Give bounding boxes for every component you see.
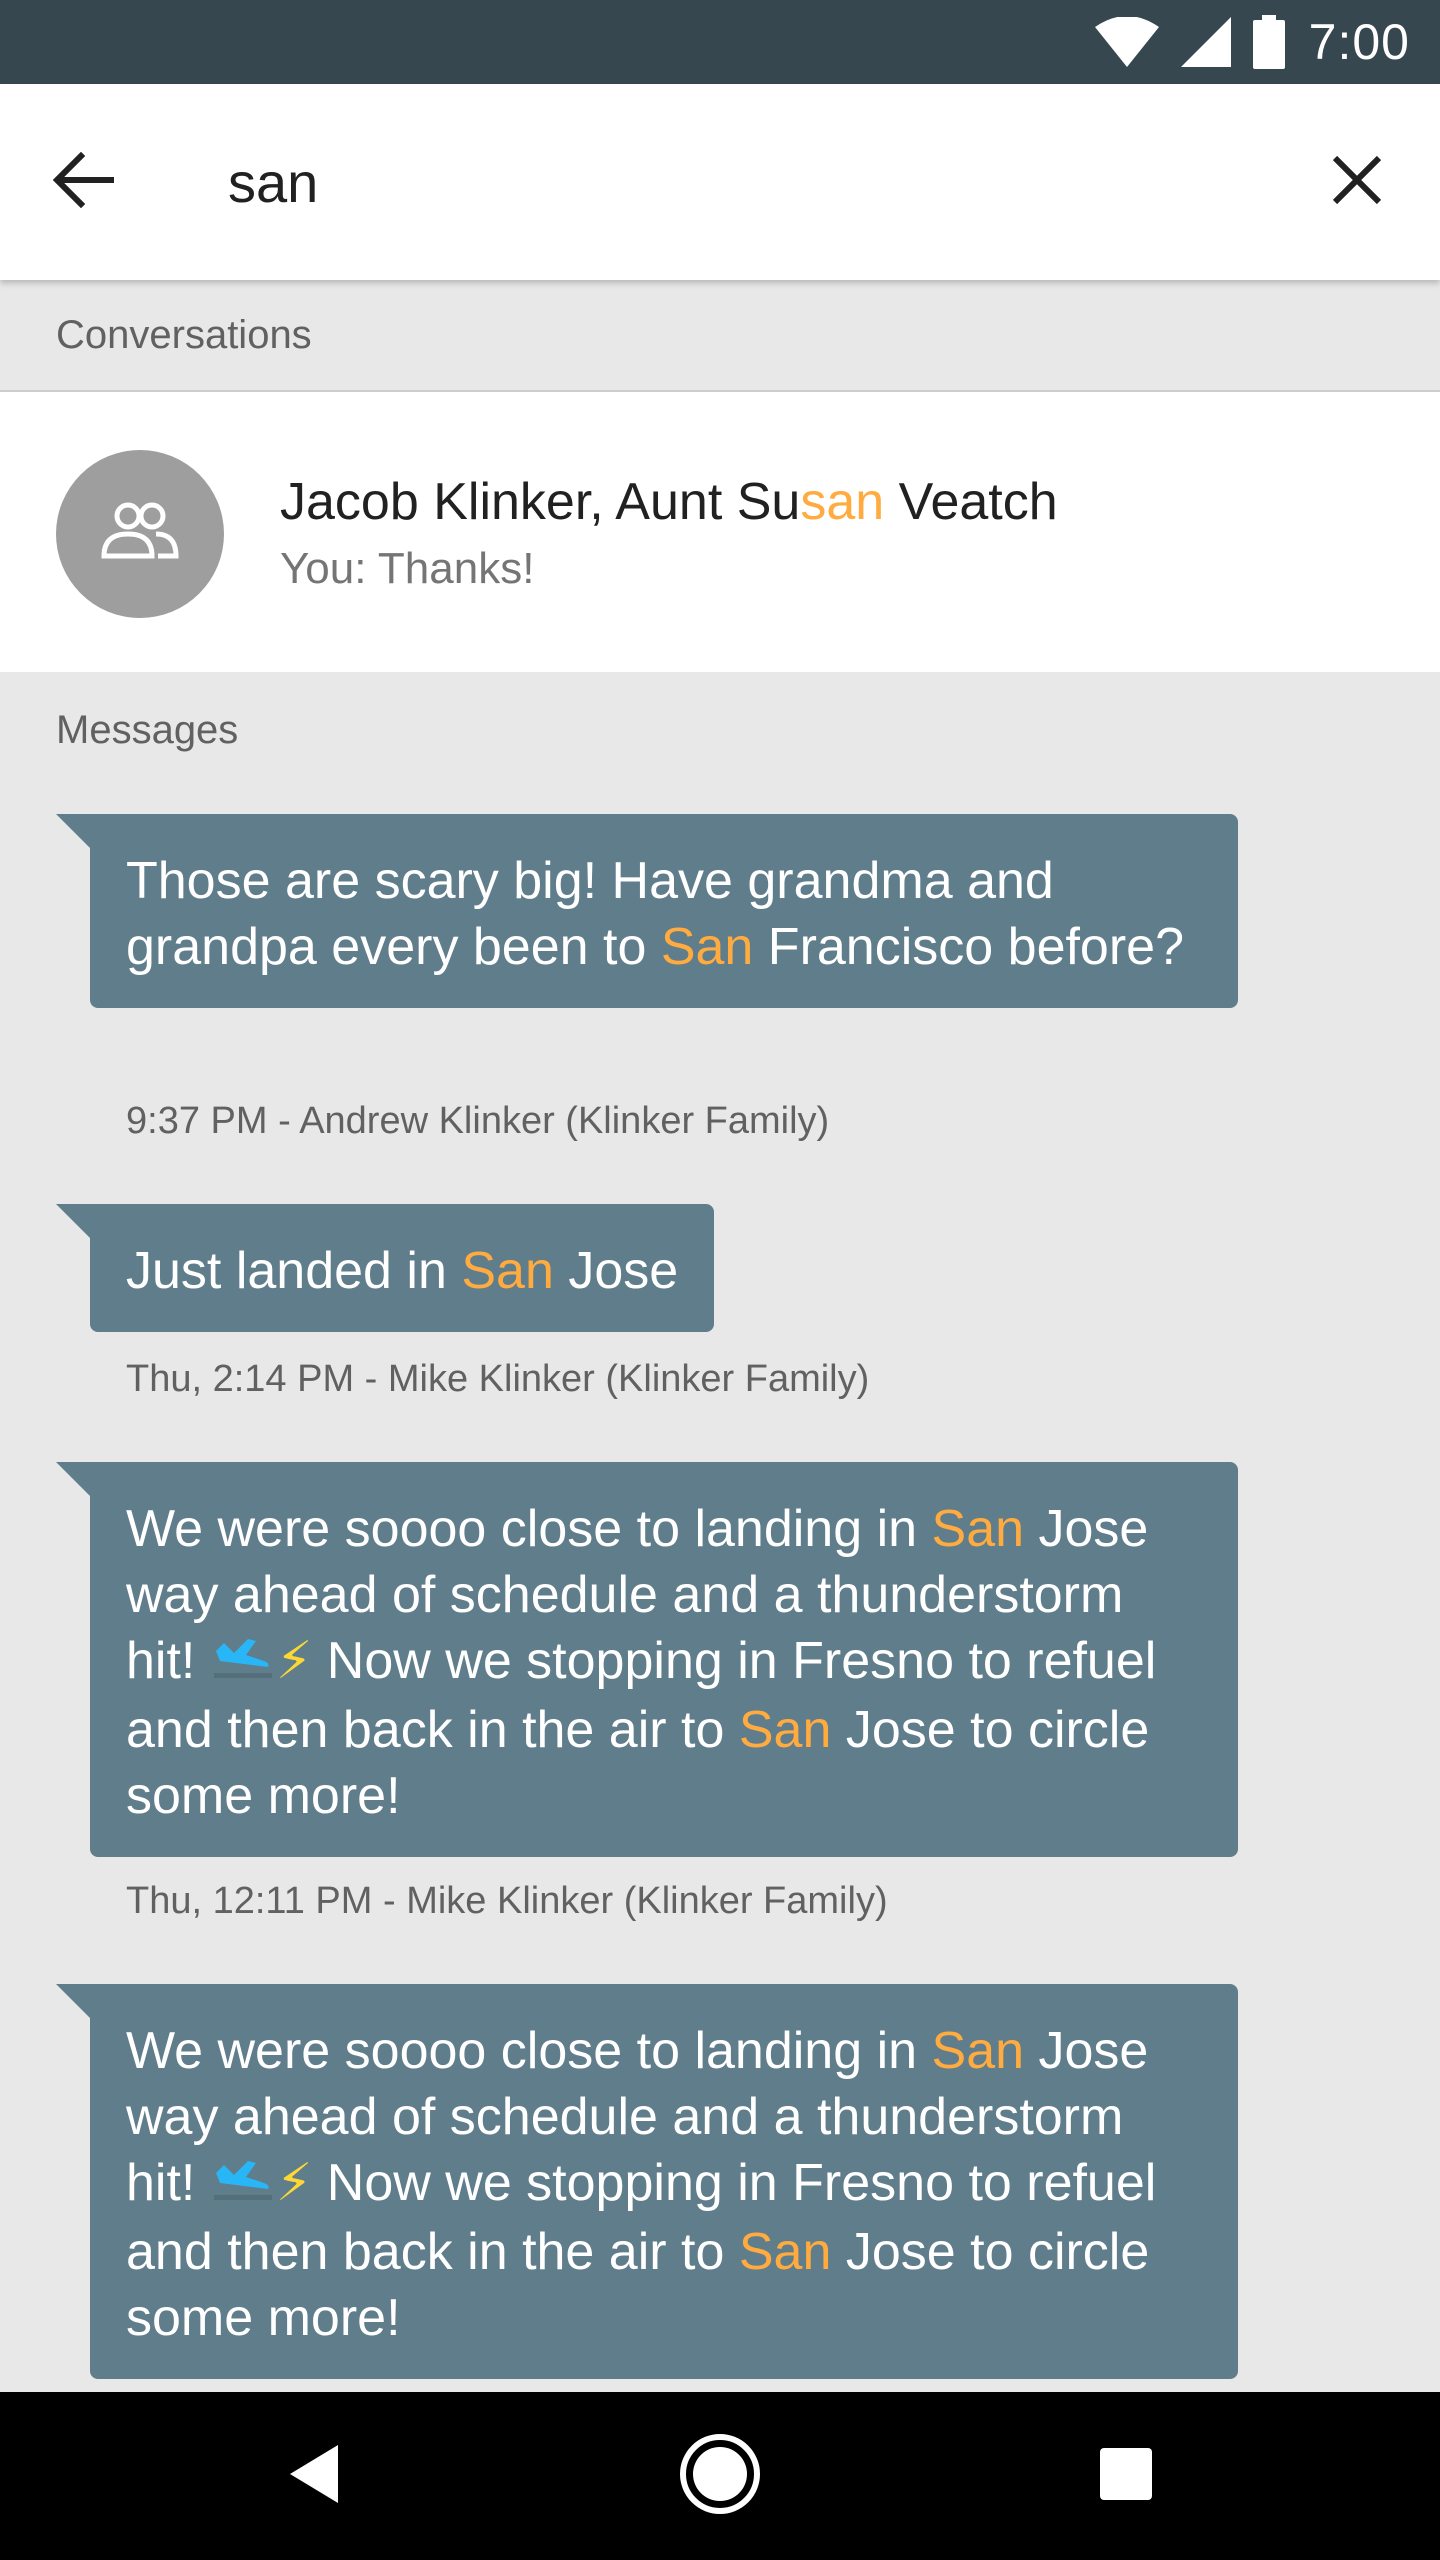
message-bubble[interactable]: We were soooo close to landing in San Jo…	[56, 1462, 1238, 1858]
message-text: We were soooo close to landing in	[126, 1500, 932, 1558]
message-bubble[interactable]: Just landed in San Jose	[55, 1204, 715, 1332]
navigation-bar	[0, 2392, 1440, 2560]
message-text: Jose	[553, 1242, 679, 1300]
nav-home-icon	[678, 2432, 762, 2521]
nav-recents-icon	[1098, 2446, 1154, 2507]
messages-section-header: Messages	[0, 672, 1440, 788]
back-button[interactable]	[38, 142, 128, 222]
nav-recents-button[interactable]	[1066, 2426, 1186, 2526]
conversation-title-text: Jacob Klinker, Aunt Su	[280, 473, 801, 531]
cellular-signal-icon	[1180, 17, 1231, 67]
message-bubble[interactable]: Those are scary big! Have grandma and gr…	[56, 814, 1238, 1008]
wifi-icon	[1094, 17, 1159, 67]
nav-back-button[interactable]	[254, 2426, 374, 2526]
search-match-highlight: san	[800, 473, 885, 531]
airplane-landing-icon	[213, 2153, 272, 2219]
message-bubble[interactable]: We were soooo close to landing in San Jo…	[56, 1984, 1238, 2380]
status-bar: 7:00	[0, 0, 1440, 84]
conversation-result[interactable]: Jacob Klinker, Aunt Susan Veatch You: Th…	[0, 392, 1440, 672]
nav-back-icon	[286, 2443, 342, 2510]
conversation-title-text: Veatch	[884, 473, 1058, 531]
search-toolbar	[0, 84, 1440, 280]
message-text: Francisco before?	[753, 918, 1185, 976]
lightning-icon: ⚡	[275, 2154, 313, 2212]
close-icon	[1331, 154, 1383, 211]
airplane-landing-icon	[213, 1631, 272, 1697]
nav-home-button[interactable]	[660, 2426, 780, 2526]
clear-search-button[interactable]	[1312, 142, 1402, 222]
message-meta: Thu, 2:14 PM - Mike Klinker (Klinker Fam…	[126, 1358, 870, 1400]
conversations-section-header: Conversations	[0, 280, 1440, 392]
message-text: Just landed in	[126, 1242, 462, 1300]
search-match-highlight: San	[461, 1242, 554, 1300]
status-time: 7:00	[1308, 14, 1410, 70]
search-match-highlight: San	[738, 1701, 832, 1760]
message-meta: Thu, 12:11 PM - Mike Klinker (Klinker Fa…	[126, 1880, 888, 1922]
lightning-icon: ⚡	[275, 1632, 313, 1690]
conversation-snippet: You: Thanks!	[280, 544, 535, 593]
avatar	[56, 450, 224, 618]
search-match-highlight: San	[660, 918, 754, 976]
message-meta: 9:37 PM - Andrew Klinker (Klinker Family…	[126, 1100, 830, 1142]
search-input[interactable]	[228, 142, 1228, 222]
search-match-highlight: San	[738, 2223, 832, 2282]
battery-icon	[1252, 15, 1285, 69]
conversation-title: Jacob Klinker, Aunt Susan Veatch	[280, 472, 1058, 532]
search-match-highlight: San	[931, 2022, 1025, 2080]
search-match-highlight: San	[931, 1500, 1025, 1558]
group-icon	[98, 502, 182, 567]
message-text: We were soooo close to landing in	[126, 2022, 932, 2080]
arrow-back-icon	[51, 151, 115, 213]
